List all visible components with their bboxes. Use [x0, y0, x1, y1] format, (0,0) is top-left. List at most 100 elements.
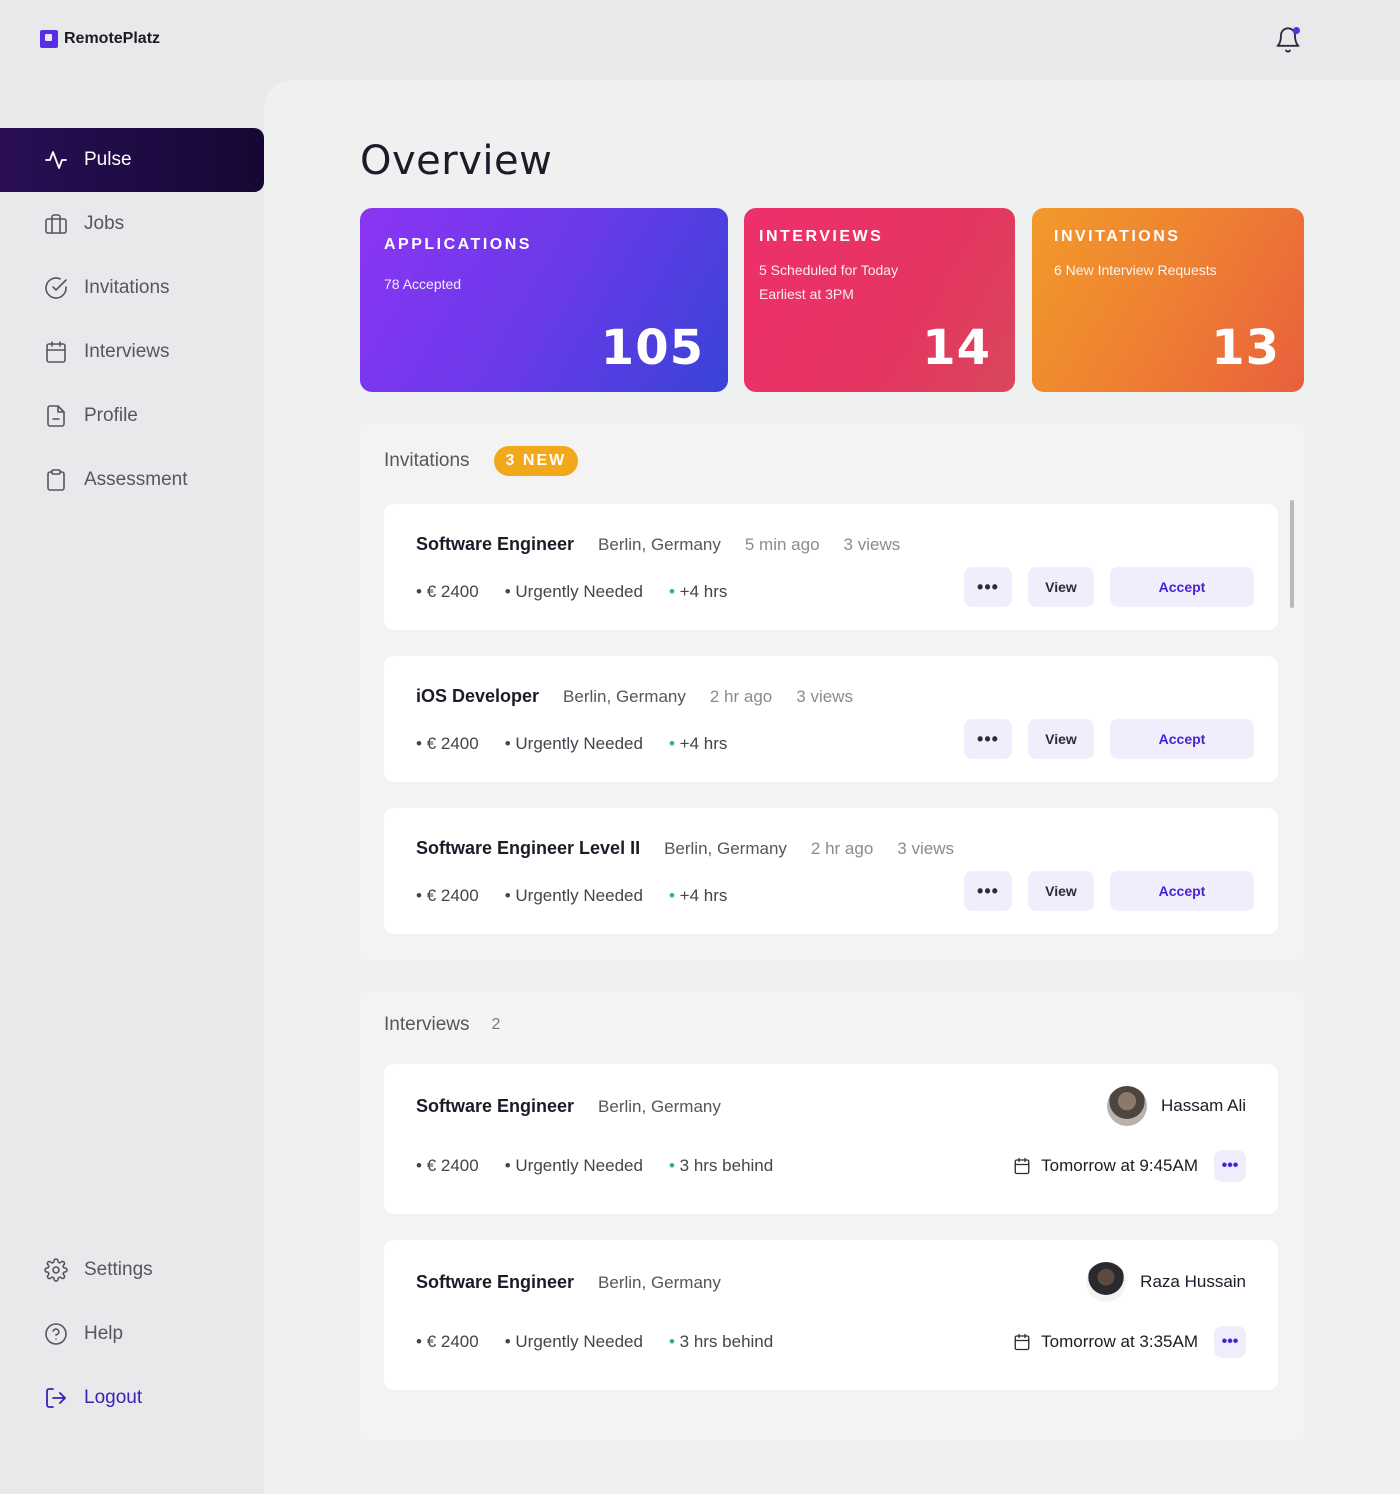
more-options-button[interactable]: ••• [1214, 1326, 1246, 1358]
interviewer-name: Hassam Ali [1160, 1096, 1246, 1115]
logo-mark-icon [40, 30, 58, 48]
stat-label: APPLICATIONS [384, 236, 532, 253]
sidebar-item-logout[interactable]: Logout [0, 1366, 264, 1430]
posted-time: 2 hr ago [810, 839, 874, 858]
urgency: Urgently Needed [505, 886, 643, 906]
salary: € 2400 [416, 1156, 479, 1176]
new-badge: 3 NEW [493, 446, 579, 476]
job-title: Software Engineer [416, 1096, 575, 1116]
stat-subtext-line: 5 Scheduled for Today [759, 262, 899, 278]
hours: +4 hrs [669, 734, 728, 754]
sidebar-item-interviews[interactable]: Interviews [0, 320, 264, 384]
pulse-icon [45, 151, 67, 169]
card-meta-row: € 2400 Urgently Needed +4 hrs [416, 886, 728, 906]
sidebar-item-label: Invitations [84, 277, 170, 298]
accept-button[interactable]: Accept [1110, 719, 1254, 759]
avatar [1086, 1262, 1127, 1302]
card-title-row: Software Engineer Berlin, Germany [416, 1096, 721, 1117]
notifications-bell-icon[interactable] [1274, 26, 1302, 54]
check-circle-icon [45, 277, 67, 299]
stat-card-interviews[interactable]: INTERVIEWS 5 Scheduled for Today Earlies… [744, 208, 1015, 392]
main-panel: Overview APPLICATIONS 78 Accepted 105 IN… [264, 80, 1400, 1494]
sidebar-item-label: Settings [84, 1259, 153, 1280]
page-title: Overview [360, 138, 553, 184]
stat-label: INVITATIONS [1054, 228, 1181, 245]
job-title: iOS Developer [416, 686, 540, 706]
card-title-row: Software Engineer Level II Berlin, Germa… [416, 838, 954, 859]
card-meta-row: € 2400 Urgently Needed 3 hrs behind [416, 1332, 774, 1352]
sidebar-item-label: Help [84, 1323, 124, 1344]
schedule: Tomorrow at 9:45AM ••• [1013, 1150, 1246, 1182]
view-button[interactable]: View [1028, 567, 1094, 607]
sidebar-item-label: Assessment [84, 469, 188, 490]
invitation-card[interactable]: iOS Developer Berlin, Germany 2 hr ago 3… [384, 656, 1278, 782]
view-button[interactable]: View [1028, 871, 1094, 911]
sidebar-item-jobs[interactable]: Jobs [0, 192, 264, 256]
sidebar-item-profile[interactable]: Profile [0, 384, 264, 448]
posted-time: 2 hr ago [709, 687, 773, 706]
sidebar-item-invitations[interactable]: Invitations [0, 256, 264, 320]
accept-button[interactable]: Accept [1110, 871, 1254, 911]
more-options-button[interactable]: ••• [964, 871, 1012, 911]
sidebar-item-label: Profile [84, 405, 138, 426]
time-offset: 3 hrs behind [669, 1156, 774, 1176]
section-title: Invitations [384, 450, 470, 471]
view-button[interactable]: View [1028, 719, 1094, 759]
card-title-row: Software Engineer Berlin, Germany 5 min … [416, 534, 900, 555]
app-name: RemotePlatz [64, 30, 161, 47]
salary: € 2400 [416, 582, 479, 602]
app-logo[interactable]: RemotePlatz [40, 30, 160, 48]
schedule-time: Tomorrow at 9:45AM [1041, 1156, 1198, 1175]
sidebar-item-settings[interactable]: Settings [0, 1238, 264, 1302]
clipboard-icon [47, 469, 65, 491]
interviews-header: Interviews 2 [384, 1014, 500, 1036]
stat-value: 14 [922, 320, 991, 376]
stat-label: INTERVIEWS [759, 228, 884, 245]
interviewer[interactable]: Raza Hussain [1086, 1262, 1246, 1302]
interviews-section: Interviews 2 Software Engineer Berlin, G… [360, 992, 1304, 1440]
sidebar-item-label: Pulse [84, 149, 132, 170]
card-actions: ••• View Accept [964, 719, 1254, 759]
stat-subtext: 78 Accepted [384, 276, 462, 292]
job-title: Software Engineer Level II [416, 838, 641, 858]
posted-time: 5 min ago [744, 535, 820, 554]
more-options-button[interactable]: ••• [1214, 1150, 1246, 1182]
invitations-header: Invitations 3 NEW [384, 446, 579, 476]
more-options-button[interactable]: ••• [964, 719, 1012, 759]
stat-subtext: 5 Scheduled for Today Earliest at 3PM [759, 258, 1000, 306]
view-count: 3 views [796, 687, 853, 706]
job-location: Berlin, Germany [598, 535, 721, 554]
invitation-card[interactable]: Software Engineer Berlin, Germany 5 min … [384, 504, 1278, 630]
urgency: Urgently Needed [505, 1332, 643, 1352]
briefcase-icon [45, 214, 67, 234]
stat-subtext: 6 New Interview Requests [1054, 262, 1217, 278]
card-actions: ••• View Accept [964, 567, 1254, 607]
interviewer[interactable]: Hassam Ali [1106, 1086, 1246, 1126]
gear-icon [44, 1258, 68, 1282]
salary: € 2400 [416, 734, 479, 754]
card-actions: ••• View Accept [964, 871, 1254, 911]
job-title: Software Engineer [416, 1272, 575, 1292]
sidebar-item-help[interactable]: Help [0, 1302, 264, 1366]
sidebar-item-assessment[interactable]: Assessment [0, 448, 264, 512]
stat-card-invitations[interactable]: INVITATIONS 6 New Interview Requests 13 [1032, 208, 1304, 392]
urgency: Urgently Needed [505, 1156, 643, 1176]
help-icon [45, 1323, 67, 1345]
interview-card[interactable]: Software Engineer Berlin, Germany Hassam… [384, 1064, 1278, 1214]
card-meta-row: € 2400 Urgently Needed 3 hrs behind [416, 1156, 774, 1176]
sidebar-bottom: Settings Help Logout [0, 1238, 264, 1430]
more-options-button[interactable]: ••• [964, 567, 1012, 607]
avatar [1106, 1086, 1147, 1126]
scrollbar-thumb[interactable] [1290, 500, 1294, 608]
stat-value: 105 [600, 320, 704, 376]
document-icon [47, 405, 65, 427]
accept-button[interactable]: Accept [1110, 567, 1254, 607]
view-count: 3 views [897, 839, 954, 858]
salary: € 2400 [416, 1332, 479, 1352]
interview-count: 2 [491, 1016, 501, 1033]
stat-card-applications[interactable]: APPLICATIONS 78 Accepted 105 [360, 208, 728, 392]
card-title-row: iOS Developer Berlin, Germany 2 hr ago 3… [416, 686, 853, 707]
invitation-card[interactable]: Software Engineer Level II Berlin, Germa… [384, 808, 1278, 934]
interview-card[interactable]: Software Engineer Berlin, Germany Raza H… [384, 1240, 1278, 1390]
sidebar-item-pulse[interactable]: Pulse [0, 128, 264, 192]
